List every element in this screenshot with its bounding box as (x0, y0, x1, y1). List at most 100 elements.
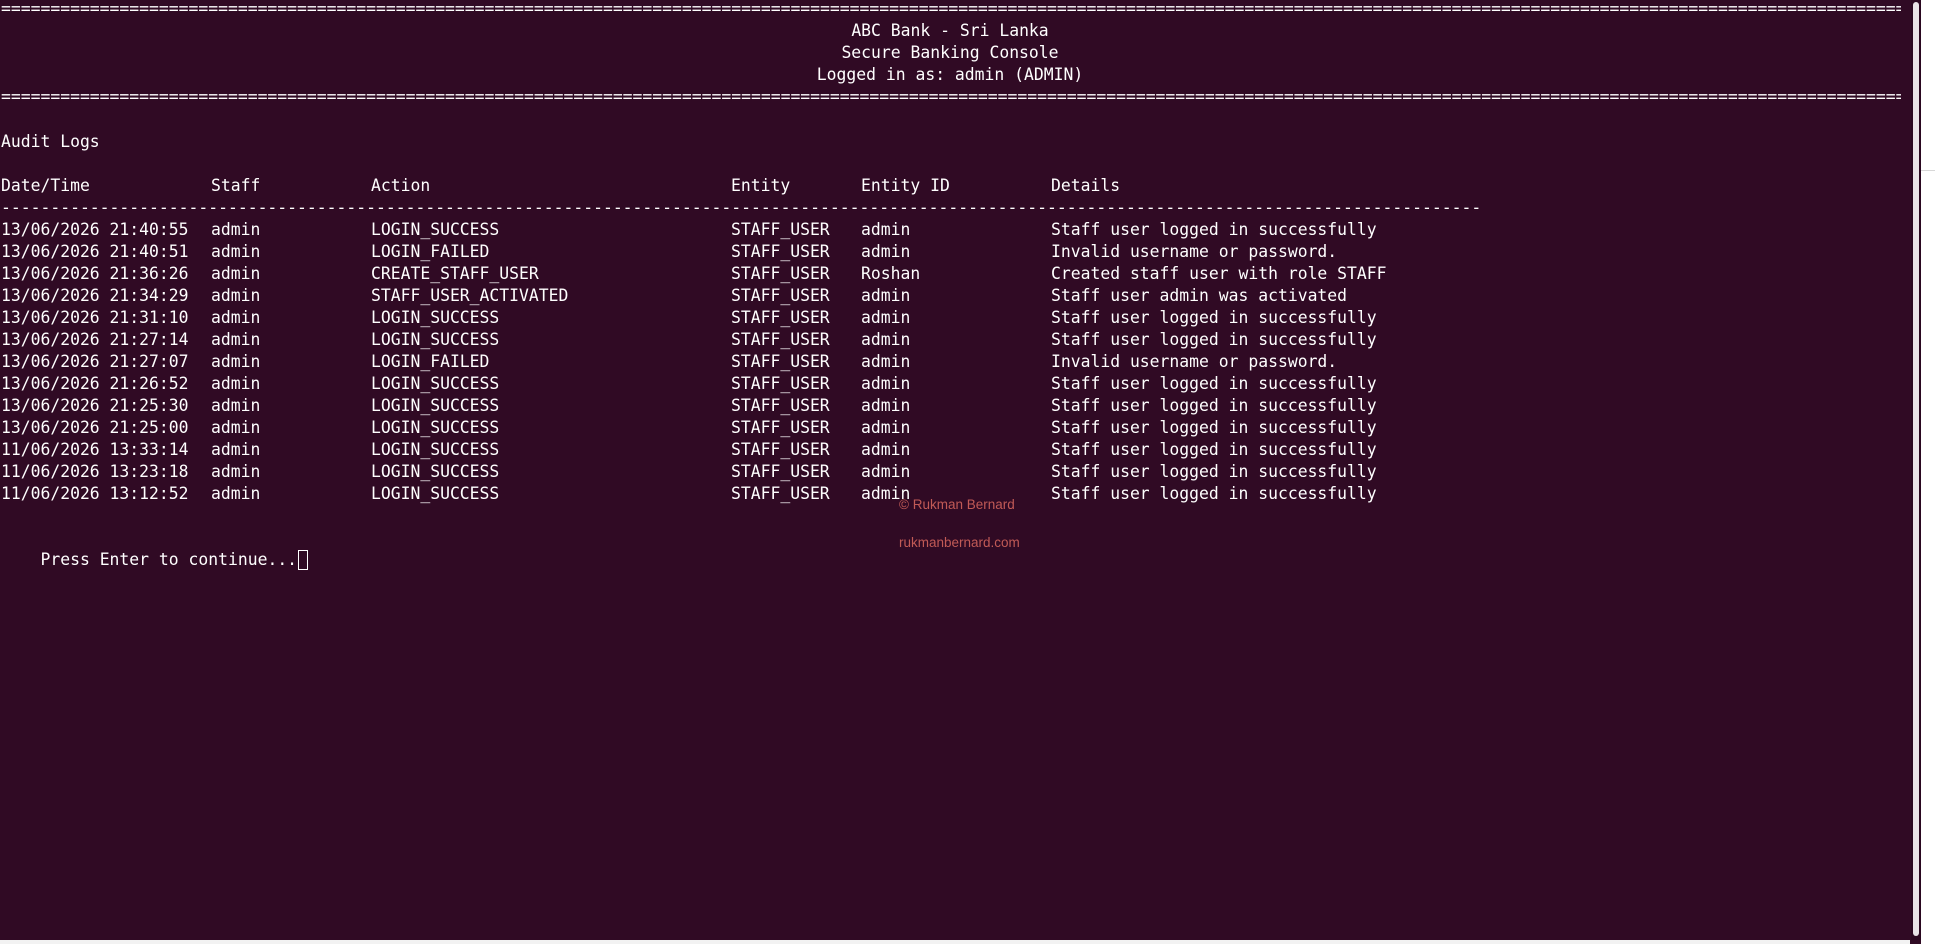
cell-details: Staff user logged in successfully (1051, 484, 1377, 503)
cell-entity: STAFF_USER (731, 462, 830, 481)
cell-entity: STAFF_USER (731, 352, 830, 371)
cell-entity: STAFF_USER (731, 264, 830, 283)
cell-details: Staff user logged in successfully (1051, 396, 1377, 415)
cell-details: Staff user logged in successfully (1051, 374, 1377, 393)
cell-details: Invalid username or password. (1051, 352, 1338, 371)
cell-details: Staff user admin was activated (1051, 286, 1348, 305)
cell-entity: STAFF_USER (731, 418, 830, 437)
cell-action: CREATE_STAFF_USER (371, 264, 539, 283)
console-title: Secure Banking Console (841, 43, 1059, 62)
bank-name: ABC Bank - Sri Lanka (851, 21, 1049, 40)
cell-datetime: 11/06/2026 13:23:18 (1, 462, 189, 481)
cell-entity: STAFF_USER (731, 286, 830, 305)
cell-entity-id: admin (861, 308, 911, 327)
cell-datetime: 13/06/2026 21:36:26 (1, 264, 189, 283)
text-cursor (298, 550, 309, 570)
header-entity-id: Entity ID (861, 176, 950, 195)
table-separator: ----------------------------------------… (1, 198, 1482, 217)
cell-entity-id: admin (861, 418, 911, 437)
cell-datetime: 13/06/2026 21:40:55 (1, 220, 189, 239)
cell-details: Staff user logged in successfully (1051, 440, 1377, 459)
cell-entity: STAFF_USER (731, 242, 830, 261)
cell-entity-id: admin (861, 462, 911, 481)
cell-entity: STAFF_USER (731, 330, 830, 349)
cell-details: Staff user logged in successfully (1051, 220, 1377, 239)
cell-entity-id: admin (861, 242, 911, 261)
table-row: 13/06/2026 21:34:29 admin STAFF_USER_ACTIV… (1, 285, 1501, 307)
cell-details: Staff user logged in successfully (1051, 462, 1377, 481)
table-row: 13/06/2026 21:26:52 admin LOGIN_SUCCESS STA… (1, 373, 1501, 395)
cell-entity-id: admin (861, 374, 911, 393)
cell-datetime: 11/06/2026 13:33:14 (1, 440, 189, 459)
page-title: Audit Logs (1, 132, 100, 151)
terminal-window[interactable]: ========================================… (0, 0, 1910, 944)
cell-entity: STAFF_USER (731, 484, 830, 503)
cell-datetime: 13/06/2026 21:31:10 (1, 308, 189, 327)
cell-action: LOGIN_FAILED (371, 352, 490, 371)
header-action: Action (371, 176, 431, 195)
cell-action: LOGIN_SUCCESS (371, 484, 500, 503)
cell-details: Staff user logged in successfully (1051, 308, 1377, 327)
cell-datetime: 13/06/2026 21:25:00 (1, 418, 189, 437)
table-row: 13/06/2026 21:40:51 admin LOGIN_FAILED STAF… (1, 241, 1501, 263)
cell-details: Staff user logged in successfully (1051, 418, 1377, 437)
cell-staff: admin (211, 484, 261, 503)
cell-staff: admin (211, 242, 261, 261)
table-row: 13/06/2026 21:31:10 admin LOGIN_SUCCESS STA… (1, 307, 1501, 329)
table-row: 13/06/2026 21:25:30 admin LOGIN_SUCCESS STA… (1, 395, 1501, 417)
cell-entity-id: admin (861, 330, 911, 349)
cell-datetime: 13/06/2026 21:40:51 (1, 242, 189, 261)
table-row: 11/06/2026 13:23:18 admin LOGIN_SUCCESS STA… (1, 461, 1501, 483)
cell-details: Staff user logged in successfully (1051, 330, 1377, 349)
cell-staff: admin (211, 418, 261, 437)
cell-datetime: 13/06/2026 21:34:29 (1, 286, 189, 305)
cell-action: LOGIN_SUCCESS (371, 220, 500, 239)
table-row: 11/06/2026 13:33:14 admin LOGIN_SUCCESS STA… (1, 439, 1501, 461)
scrollbar-thumb[interactable] (1913, 2, 1919, 936)
cell-entity-id: admin (861, 220, 911, 239)
cell-details: Created staff user with role STAFF (1051, 264, 1387, 283)
cell-action: LOGIN_SUCCESS (371, 308, 500, 327)
cell-datetime: 13/06/2026 21:27:07 (1, 352, 189, 371)
edge-divider (1921, 170, 1935, 171)
cell-entity-id: admin (861, 396, 911, 415)
vertical-scrollbar[interactable] (1911, 0, 1921, 940)
header-staff: Staff (211, 176, 261, 195)
continue-prompt[interactable]: Press Enter to continue... (1, 527, 309, 570)
cell-datetime: 11/06/2026 13:12:52 (1, 484, 189, 503)
table-row: 13/06/2026 21:27:07 admin LOGIN_FAILED STAF… (1, 351, 1501, 373)
header-bottom-rule: ========================================… (1, 87, 1901, 106)
table-row: 13/06/2026 21:36:26 admin CREATE_STAFF_USE… (1, 263, 1501, 285)
cell-entity-id: Roshan (861, 264, 921, 283)
cell-staff: admin (211, 220, 261, 239)
cell-staff: admin (211, 286, 261, 305)
table-row: 13/06/2026 21:25:00 admin LOGIN_SUCCESS STA… (1, 417, 1501, 439)
cell-entity: STAFF_USER (731, 396, 830, 415)
watermark-website: rukmanbernard.com (899, 535, 1020, 550)
cell-entity: STAFF_USER (731, 220, 830, 239)
table-row: 11/06/2026 13:12:52 admin LOGIN_SUCCESS STA… (1, 483, 1501, 505)
watermark-copyright: © Rukman Bernard (899, 497, 1015, 512)
table-row: 13/06/2026 21:40:55 admin LOGIN_SUCCESS STA… (1, 219, 1501, 241)
cell-entity-id: admin (861, 440, 911, 459)
cell-entity-id: admin (861, 352, 911, 371)
cell-datetime: 13/06/2026 21:26:52 (1, 374, 189, 393)
cell-entity-id: admin (861, 286, 911, 305)
header-datetime: Date/Time (1, 176, 90, 195)
cell-action: LOGIN_SUCCESS (371, 440, 500, 459)
cell-staff: admin (211, 352, 261, 371)
cell-staff: admin (211, 462, 261, 481)
cell-action: STAFF_USER_ACTIVATED (371, 286, 569, 305)
cell-action: LOGIN_SUCCESS (371, 374, 500, 393)
cell-staff: admin (211, 440, 261, 459)
cell-action: LOGIN_FAILED (371, 242, 490, 261)
cell-staff: admin (211, 396, 261, 415)
cell-action: LOGIN_SUCCESS (371, 418, 500, 437)
cell-action: LOGIN_SUCCESS (371, 330, 500, 349)
cell-staff: admin (211, 330, 261, 349)
continue-prompt-text: Press Enter to continue... (40, 550, 298, 569)
cell-details: Invalid username or password. (1051, 242, 1338, 261)
cell-entity: STAFF_USER (731, 308, 830, 327)
cell-staff: admin (211, 264, 261, 283)
logged-in-status: Logged in as: admin (ADMIN) (816, 65, 1084, 84)
